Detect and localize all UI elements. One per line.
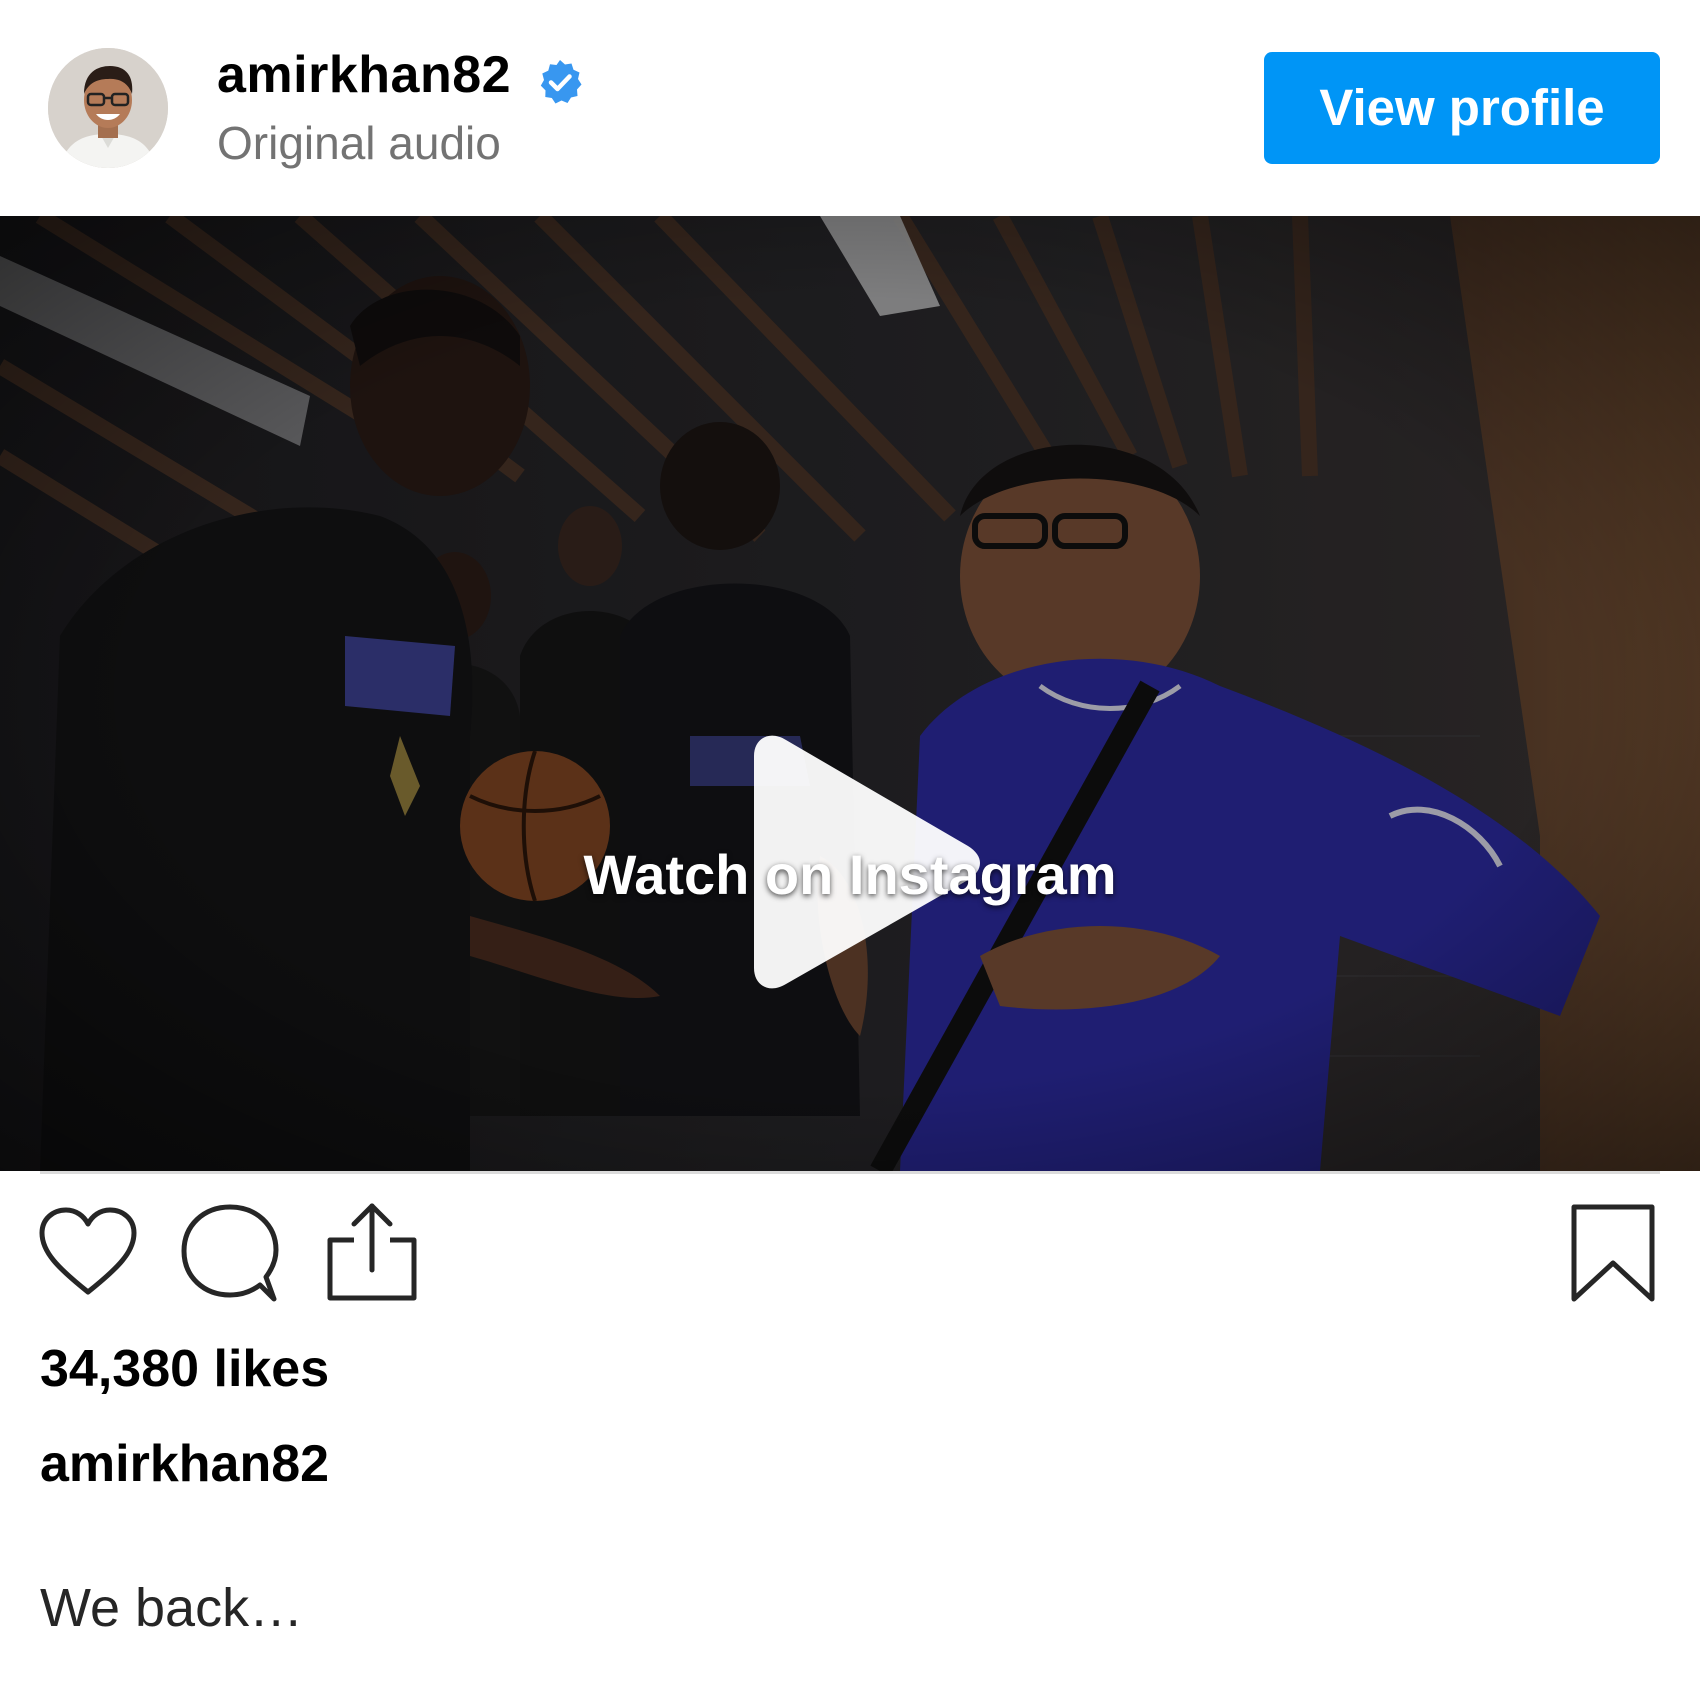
audio-label[interactable]: Original audio bbox=[217, 115, 501, 171]
likes-count[interactable]: 34,380 likes bbox=[40, 1338, 329, 1400]
bookmark-icon[interactable] bbox=[1570, 1203, 1656, 1303]
verified-badge-icon bbox=[540, 60, 582, 104]
caption-username[interactable]: amirkhan82 bbox=[40, 1433, 329, 1495]
caption-text: We back… bbox=[40, 1578, 304, 1638]
divider bbox=[40, 1171, 1660, 1174]
watch-on-instagram-label[interactable]: Watch on Instagram bbox=[0, 840, 1700, 910]
video-scene-image bbox=[0, 216, 1700, 1171]
username[interactable]: amirkhan82 bbox=[217, 44, 511, 106]
post-header: amirkhan82 Original audio View profile bbox=[0, 0, 1700, 216]
comment-icon[interactable] bbox=[180, 1203, 284, 1303]
share-icon[interactable] bbox=[324, 1200, 420, 1304]
avatar[interactable] bbox=[48, 48, 168, 168]
video-thumbnail[interactable]: Watch on Instagram bbox=[0, 216, 1700, 1171]
heart-icon[interactable] bbox=[38, 1206, 138, 1298]
avatar-image bbox=[48, 48, 168, 168]
view-profile-button[interactable]: View profile bbox=[1264, 52, 1660, 164]
